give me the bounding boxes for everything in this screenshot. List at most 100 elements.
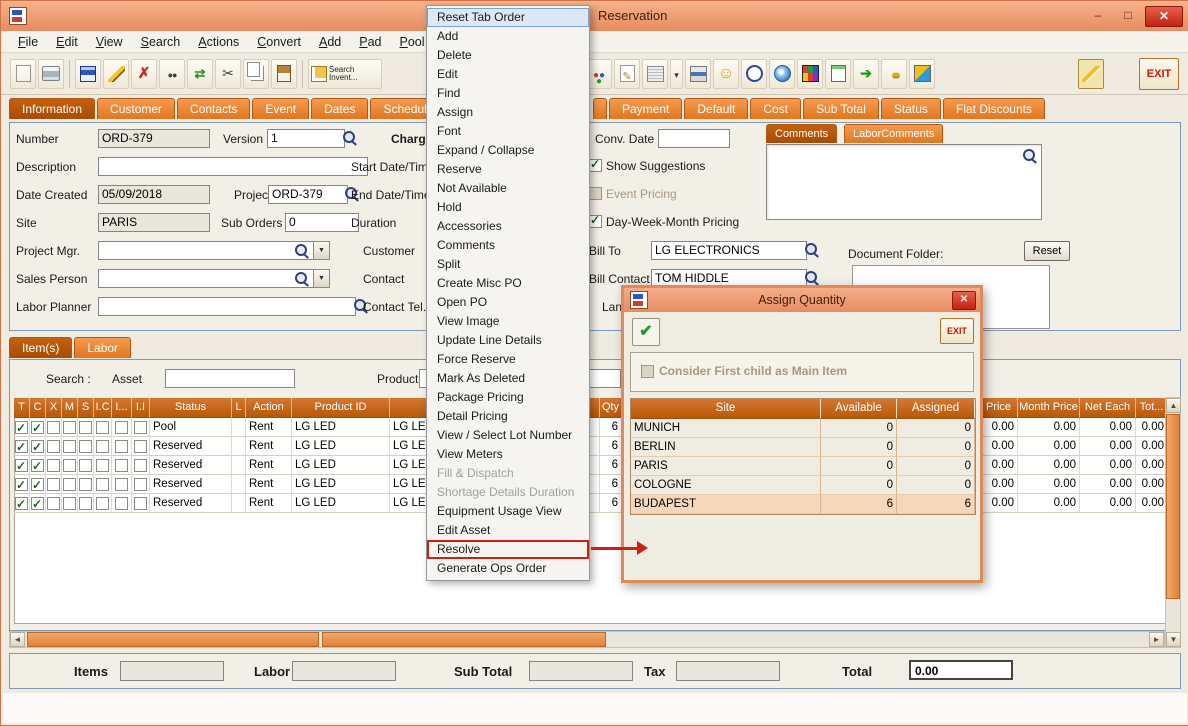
ctx-view-meters[interactable]: View Meters bbox=[427, 445, 589, 464]
equipment-cube-button[interactable] bbox=[797, 59, 823, 89]
table-row[interactable]: PoolRentLG LEDLG LED60.000.000.000.00 bbox=[14, 418, 1168, 437]
menu-pad[interactable]: Pad bbox=[350, 31, 390, 53]
column-header-status[interactable]: Status bbox=[150, 398, 232, 418]
tab-event[interactable]: Event bbox=[252, 98, 309, 119]
project-mgr-combo[interactable] bbox=[98, 241, 330, 260]
description-field[interactable] bbox=[98, 157, 368, 176]
menu-search[interactable]: Search bbox=[132, 31, 190, 53]
ctx-force-reserve[interactable]: Force Reserve bbox=[427, 350, 589, 369]
column-header-net-each[interactable]: Net Each bbox=[1080, 398, 1136, 418]
ctx-reserve[interactable]: Reserve bbox=[427, 160, 589, 179]
column-header-qty[interactable]: Qty bbox=[600, 398, 622, 418]
column-header-action[interactable]: Action bbox=[246, 398, 292, 418]
row-checkbox[interactable] bbox=[134, 497, 147, 510]
cut-button[interactable] bbox=[215, 59, 241, 89]
tab-dates[interactable]: Dates bbox=[311, 98, 368, 119]
column-header-m[interactable]: M bbox=[62, 398, 78, 418]
tab-default[interactable]: Default bbox=[684, 98, 748, 119]
tab-labor-comments[interactable]: LaborComments bbox=[844, 124, 943, 143]
row-checkbox[interactable] bbox=[79, 421, 92, 434]
search-inventory-button[interactable]: Search Invent... bbox=[308, 59, 382, 89]
row-checkbox[interactable] bbox=[115, 459, 128, 472]
color-cube-button[interactable] bbox=[909, 59, 935, 89]
event-pricing-checkbox[interactable] bbox=[589, 187, 602, 200]
row-checkbox[interactable] bbox=[96, 459, 109, 472]
row-checkbox[interactable] bbox=[47, 478, 60, 491]
row-checkbox[interactable] bbox=[31, 421, 44, 434]
close-button[interactable]: ✕ bbox=[1145, 6, 1183, 27]
row-checkbox[interactable] bbox=[134, 459, 147, 472]
ctx-generate-ops-order[interactable]: Generate Ops Order bbox=[427, 559, 589, 578]
column-header-c[interactable]: C bbox=[30, 398, 46, 418]
ctx-add[interactable]: Add bbox=[427, 27, 589, 46]
dialog-table-row-paris[interactable]: PARIS00 bbox=[631, 457, 975, 476]
ctx-hold[interactable]: Hold bbox=[427, 198, 589, 217]
dialog-table-row-budapest[interactable]: BUDAPEST66 bbox=[631, 495, 975, 514]
project-field[interactable]: ORD-379 bbox=[268, 185, 348, 204]
tab-customer[interactable]: Customer bbox=[97, 98, 175, 119]
find-button[interactable] bbox=[159, 59, 185, 89]
row-checkbox[interactable] bbox=[63, 497, 76, 510]
tab-cost[interactable]: Cost bbox=[750, 98, 801, 119]
vscroll-thumb[interactable] bbox=[1166, 414, 1180, 599]
row-checkbox[interactable] bbox=[96, 440, 109, 453]
hscroll-thumb-right[interactable] bbox=[322, 632, 606, 647]
magic-wand-button[interactable] bbox=[1078, 59, 1104, 89]
ctx-assign[interactable]: Assign bbox=[427, 103, 589, 122]
feedback-smiley-button[interactable] bbox=[713, 59, 739, 89]
scroll-left-icon[interactable] bbox=[10, 632, 25, 647]
column-header-s[interactable]: S bbox=[78, 398, 94, 418]
print-button[interactable] bbox=[38, 59, 64, 89]
row-checkbox[interactable] bbox=[115, 478, 128, 491]
hscroll-thumb-left[interactable] bbox=[27, 632, 319, 647]
row-checkbox[interactable] bbox=[15, 440, 28, 453]
row-checkbox[interactable] bbox=[63, 478, 76, 491]
tab-item-s[interactable]: Item(s) bbox=[9, 337, 72, 358]
column-header-l[interactable]: L bbox=[232, 398, 246, 418]
scroll-down-icon[interactable] bbox=[1166, 632, 1181, 647]
ctx-find[interactable]: Find bbox=[427, 84, 589, 103]
show-suggestions-checkbox[interactable] bbox=[589, 159, 602, 172]
exit-button[interactable]: EXIT bbox=[1139, 58, 1179, 90]
disk-button[interactable] bbox=[769, 59, 795, 89]
project-mgr-search-icon[interactable] bbox=[294, 243, 309, 258]
row-checkbox[interactable] bbox=[63, 440, 76, 453]
menu-actions[interactable]: Actions bbox=[189, 31, 248, 53]
labor-planner-field[interactable] bbox=[98, 297, 356, 316]
sales-person-combo[interactable] bbox=[98, 269, 330, 288]
save-button[interactable] bbox=[75, 59, 101, 89]
dialog-table-row-cologne[interactable]: COLOGNE00 bbox=[631, 476, 975, 495]
table-row[interactable]: ReservedRentLG LEDLG LED60.000.000.000.0… bbox=[14, 475, 1168, 494]
tab-payment[interactable]: Payment bbox=[609, 98, 682, 119]
dialog-table-row-berlin[interactable]: BERLIN00 bbox=[631, 438, 975, 457]
tab-flat-discounts[interactable]: Flat Discounts bbox=[943, 98, 1045, 119]
ctx-update-line-details[interactable]: Update Line Details bbox=[427, 331, 589, 350]
row-checkbox[interactable] bbox=[31, 459, 44, 472]
time-clock-button[interactable] bbox=[741, 59, 767, 89]
menu-convert[interactable]: Convert bbox=[248, 31, 310, 53]
sales-person-dropdown-icon[interactable] bbox=[313, 269, 330, 288]
conv-date-field[interactable] bbox=[658, 129, 730, 148]
menu-file[interactable]: File bbox=[9, 31, 47, 53]
write-pad-button[interactable] bbox=[825, 59, 851, 89]
row-checkbox[interactable] bbox=[47, 459, 60, 472]
ctx-font[interactable]: Font bbox=[427, 122, 589, 141]
column-header-i-c[interactable]: I.C bbox=[94, 398, 112, 418]
tab-information[interactable]: Information bbox=[9, 98, 95, 119]
row-checkbox[interactable] bbox=[15, 478, 28, 491]
maximize-button[interactable]: □ bbox=[1115, 6, 1141, 25]
ctx-create-misc-po[interactable]: Create Misc PO bbox=[427, 274, 589, 293]
edit-note-button[interactable] bbox=[614, 59, 640, 89]
ctx-edit-asset[interactable]: Edit Asset bbox=[427, 521, 589, 540]
convert-document-button[interactable] bbox=[187, 59, 213, 89]
ctx-reset-tab-order[interactable]: Reset Tab Order bbox=[427, 8, 589, 27]
row-checkbox[interactable] bbox=[15, 459, 28, 472]
column-header-month-price[interactable]: Month Price bbox=[1018, 398, 1080, 418]
project-mgr-dropdown-icon[interactable] bbox=[313, 241, 330, 260]
bill-to-search-icon[interactable] bbox=[804, 242, 819, 257]
row-checkbox[interactable] bbox=[31, 440, 44, 453]
menu-edit[interactable]: Edit bbox=[47, 31, 87, 53]
dialog-ok-button[interactable]: ✔ bbox=[632, 318, 660, 346]
column-header-i[interactable]: I... bbox=[112, 398, 132, 418]
consider-first-child-checkbox[interactable] bbox=[641, 365, 654, 378]
